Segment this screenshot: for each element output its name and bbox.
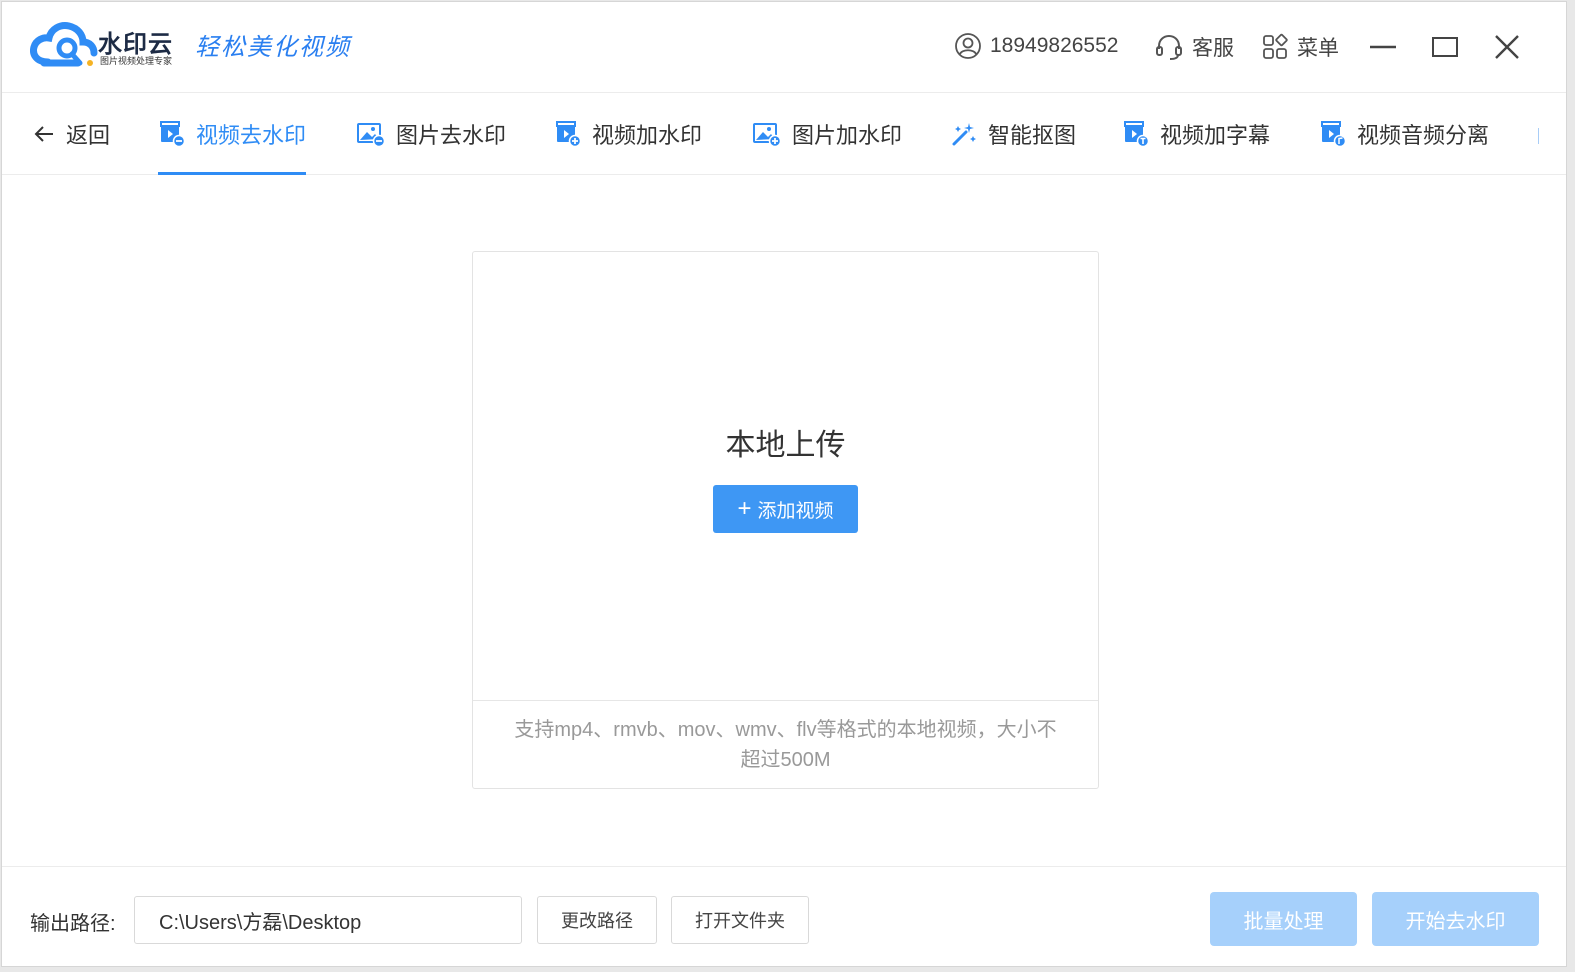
arrow-left-icon xyxy=(34,126,53,142)
slogan: 轻松美化视频 xyxy=(195,33,351,61)
headset-icon xyxy=(1156,34,1182,60)
customer-service-button[interactable]: 客服 xyxy=(1154,32,1234,62)
app-window: 水印云 图片视频处理专家 轻松美化视频 18949826552 客服 菜单 返回… xyxy=(1,1,1567,967)
back-button[interactable]: 返回 xyxy=(32,93,110,175)
video-audio-icon xyxy=(1321,121,1347,148)
change-path-button[interactable]: 更改路径 xyxy=(537,896,657,944)
video-subtitle-icon xyxy=(1124,121,1150,148)
plus-icon: + xyxy=(737,495,752,522)
tab-label: 图片加水印 xyxy=(792,123,903,148)
grid-menu-icon xyxy=(1263,33,1288,59)
menu-button[interactable]: 菜单 xyxy=(1261,32,1339,62)
open-folder-button[interactable]: 打开文件夹 xyxy=(671,896,809,944)
upload-dropzone[interactable]: 本地上传 + 添加视频 支持mp4、rmvb、mov、wmv、flv等格式的本地… xyxy=(472,251,1099,789)
feature-tabs: 返回 视频去水印 图片去水印 视频加水印 图片加水印 智能抠图 视频加字幕 视频… xyxy=(2,92,1566,175)
tab-video-audio-separate[interactable]: 视频音频分离 xyxy=(1319,93,1489,175)
tab-image-remove-watermark[interactable]: 图片去水印 xyxy=(356,93,506,175)
upload-title: 本地上传 xyxy=(725,429,846,462)
add-video-label: 添加视频 xyxy=(757,500,834,522)
add-video-button[interactable]: + 添加视频 xyxy=(713,485,858,533)
video-add-icon xyxy=(556,121,582,148)
tab-label: 智能抠图 xyxy=(988,123,1077,148)
title-bar: 水印云 图片视频处理专家 轻松美化视频 18949826552 客服 菜单 xyxy=(2,2,1566,92)
tab-label: 视频音频分离 xyxy=(1357,123,1490,148)
tab-video-subtitle[interactable]: 视频加字幕 xyxy=(1122,93,1270,175)
upload-footer: 支持mp4、rmvb、mov、wmv、flv等格式的本地视频，大小不超过500M xyxy=(473,700,1098,788)
user-account[interactable]: 18949826552 xyxy=(954,32,1118,60)
tab-label: 视频去水印 xyxy=(196,123,307,148)
tab-video-remove-watermark[interactable]: 视频去水印 xyxy=(158,93,307,175)
close-button[interactable] xyxy=(1490,30,1524,64)
user-phone: 18949826552 xyxy=(990,34,1119,57)
brand-subtitle: 图片视频处理专家 xyxy=(100,56,173,66)
logo: 水印云 图片视频处理专家 xyxy=(30,20,190,72)
output-bar: 输出路径: 更改路径 打开文件夹 批量处理 开始去水印 xyxy=(2,866,1566,966)
tab-label: 视频加字幕 xyxy=(1160,123,1271,148)
back-label: 返回 xyxy=(66,123,111,148)
output-path-field[interactable] xyxy=(134,896,522,944)
image-add-icon xyxy=(753,123,782,148)
upload-format-hint: 支持mp4、rmvb、mov、wmv、flv等格式的本地视频，大小不超过500M xyxy=(514,718,1057,771)
video-remove-icon xyxy=(160,121,186,148)
tab-label: 图片去水印 xyxy=(396,123,507,148)
tab-video-add-watermark[interactable]: 视频加水印 xyxy=(554,93,702,175)
image-remove-icon xyxy=(357,123,386,148)
service-label: 客服 xyxy=(1192,37,1234,60)
tabs-scroll-divider xyxy=(1538,128,1539,144)
tab-label: 视频加水印 xyxy=(592,123,703,148)
output-path-label: 输出路径: xyxy=(30,913,116,935)
cloud-logo-icon xyxy=(30,22,98,67)
tab-smart-cutout[interactable]: 智能抠图 xyxy=(950,93,1076,175)
minimize-button[interactable] xyxy=(1366,30,1400,64)
maximize-button[interactable] xyxy=(1428,30,1462,64)
start-remove-watermark-button[interactable]: 开始去水印 xyxy=(1372,892,1539,946)
tab-image-add-watermark[interactable]: 图片加水印 xyxy=(752,93,902,175)
close-icon xyxy=(1495,35,1519,59)
menu-label: 菜单 xyxy=(1297,37,1339,60)
maximize-icon xyxy=(1432,37,1458,57)
minimize-icon xyxy=(1370,45,1396,49)
magic-wand-icon xyxy=(952,123,976,146)
user-icon xyxy=(955,33,981,59)
batch-process-button[interactable]: 批量处理 xyxy=(1210,892,1357,946)
